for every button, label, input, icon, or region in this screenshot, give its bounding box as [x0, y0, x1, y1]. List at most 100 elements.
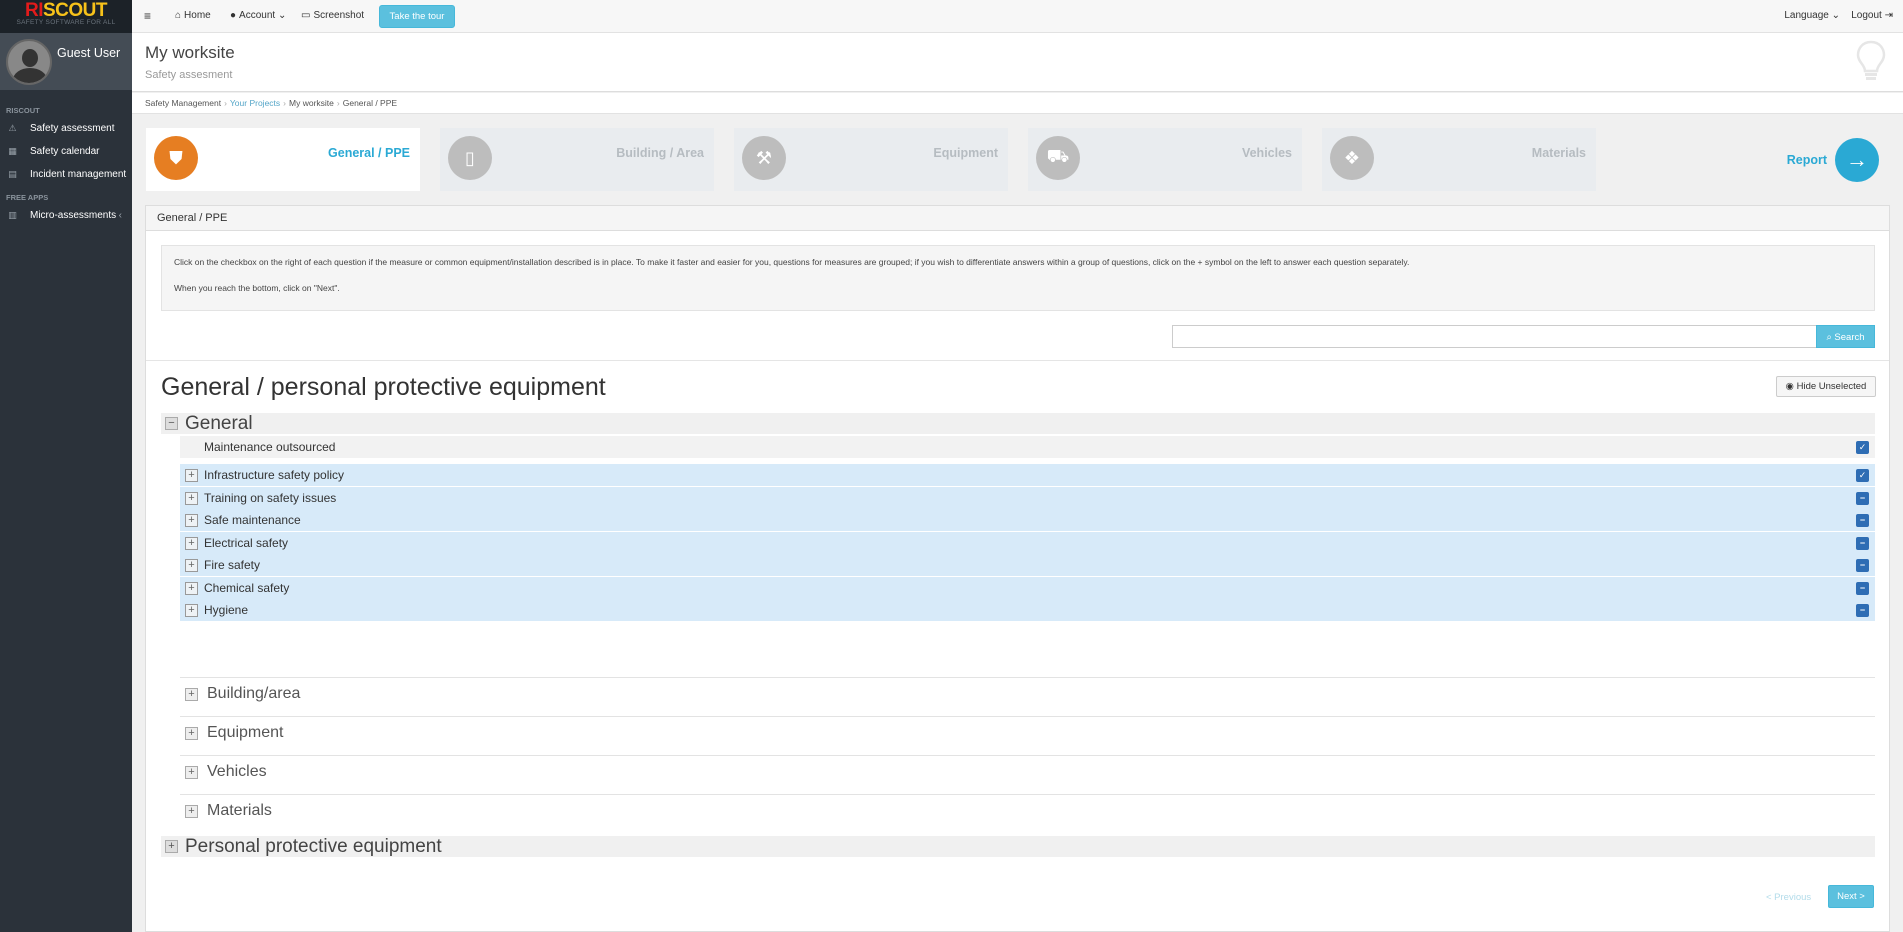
chevron-down-icon: ⌄: [1828, 10, 1840, 21]
previous-button[interactable]: < Previous: [1766, 892, 1811, 903]
expand-icon[interactable]: +: [185, 765, 198, 779]
expand-icon[interactable]: +: [185, 468, 198, 482]
logout-link[interactable]: Logout ⇥: [1851, 0, 1893, 32]
sidebar-item-incident-management[interactable]: ▤ Incident management: [0, 163, 132, 186]
expand-icon[interactable]: +: [165, 840, 178, 853]
sidebar-item-label: Incident management: [30, 169, 127, 180]
subsection-vehicles[interactable]: + Vehicles: [180, 755, 1875, 788]
sidebar: RISCOUT SAFETY SOFTWARE FOR ALL Guest Us…: [0, 0, 132, 932]
collapse-icon[interactable]: −: [165, 417, 178, 430]
sidebar-item-safety-assessment[interactable]: ⚠ Safety assessment: [0, 117, 132, 140]
step-general-ppe[interactable]: ⛊ General / PPE: [146, 128, 420, 191]
instruction-text: Click on the checkbox on the right of ea…: [174, 257, 1410, 267]
page-header: My worksite Safety assesment: [132, 33, 1903, 92]
check-icon[interactable]: ✓: [1856, 440, 1869, 454]
breadcrumb-item-current: General / PPE: [342, 98, 398, 108]
sidebar-item-safety-calendar[interactable]: ▦ Safety calendar: [0, 140, 132, 163]
next-button[interactable]: Next >: [1828, 885, 1874, 908]
hide-unselected-label: Hide Unselected: [1796, 381, 1867, 392]
step-label: Vehicles: [1241, 146, 1292, 160]
nav-home[interactable]: ⌂ Home: [175, 0, 211, 32]
hide-unselected-button[interactable]: ◉ Hide Unselected: [1776, 376, 1876, 397]
panel-heading: General / PPE: [146, 206, 1889, 231]
logo-text-ri: RI: [25, 0, 44, 21]
question-label: Hygiene: [204, 603, 249, 617]
logout-icon: ⇥: [1881, 10, 1893, 21]
section-personal-protective-equipment[interactable]: + Personal protective equipment: [161, 836, 1875, 857]
top-navbar: ≡ ⌂ Home ● Account ⌄ ▭ Screenshot Take the …: [132, 0, 1903, 33]
section-general[interactable]: − General: [161, 413, 1875, 434]
subsection-equipment[interactable]: + Equipment: [180, 716, 1875, 749]
search-input[interactable]: [1172, 325, 1817, 348]
logo[interactable]: RISCOUT SAFETY SOFTWARE FOR ALL: [0, 0, 132, 33]
sidebar-item-micro-assessments[interactable]: ▥ Micro-assessments ‹: [0, 204, 132, 227]
breadcrumb-item[interactable]: Safety Management: [145, 98, 221, 108]
question-label: Chemical safety: [204, 581, 290, 595]
minus-icon[interactable]: −: [1856, 558, 1869, 572]
truck-icon: ⛟: [1036, 136, 1080, 180]
step-building-area[interactable]: ▯ Building / Area: [440, 128, 714, 191]
subsection-building-area[interactable]: + Building/area: [180, 677, 1875, 710]
expand-icon[interactable]: +: [185, 513, 198, 527]
nav-home-label: Home: [184, 10, 211, 21]
calendar-icon: ▦: [8, 146, 17, 156]
shield-icon: ⛊: [154, 136, 198, 180]
report-label: Report: [1786, 153, 1827, 167]
question-label: Infrastructure safety policy: [204, 468, 345, 482]
expand-icon[interactable]: +: [185, 536, 198, 550]
minus-icon[interactable]: −: [1856, 581, 1869, 595]
search-button[interactable]: ⌕ Search: [1816, 325, 1875, 348]
question-label: Electrical safety: [204, 536, 289, 550]
expand-icon[interactable]: +: [185, 603, 198, 617]
section-title: General: [185, 412, 253, 434]
question-label: Fire safety: [204, 558, 261, 572]
sidebar-item-label: Micro-assessments: [30, 210, 117, 221]
minus-icon[interactable]: −: [1856, 603, 1869, 617]
logout-label: Logout: [1851, 10, 1882, 21]
warning-icon: ⚠: [8, 123, 17, 133]
nav-account-label: Account: [239, 10, 276, 21]
check-icon[interactable]: ✓: [1856, 468, 1869, 482]
expand-icon[interactable]: +: [185, 804, 198, 818]
step-equipment[interactable]: ⚒ Equipment: [734, 128, 1008, 191]
breadcrumb-item[interactable]: Your Projects: [230, 98, 280, 108]
breadcrumb-item[interactable]: My worksite: [289, 98, 334, 108]
question-label: Maintenance outsourced: [204, 440, 336, 454]
language-dropdown[interactable]: Language ⌄: [1784, 0, 1840, 32]
expand-icon[interactable]: +: [185, 687, 198, 701]
home-icon: ⌂: [175, 10, 182, 21]
step-label: Materials: [1531, 146, 1586, 160]
expand-icon[interactable]: +: [185, 726, 198, 740]
arrow-right-icon: →: [1835, 138, 1879, 182]
eye-slash-icon: ◉: [1785, 381, 1797, 392]
nav-screenshot[interactable]: ▭ Screenshot: [301, 0, 364, 32]
form-title: General / personal protective equipment: [161, 373, 606, 401]
minus-icon[interactable]: −: [1856, 491, 1869, 505]
step-vehicles[interactable]: ⛟ Vehicles: [1028, 128, 1302, 191]
menu-icon[interactable]: ≡: [144, 0, 151, 32]
assessment-panel: General / PPE Click on the checkbox on t…: [145, 205, 1890, 932]
avatar: [6, 39, 52, 85]
user-icon: ●: [230, 10, 237, 21]
subsection-materials[interactable]: + Materials: [180, 794, 1875, 827]
minus-icon[interactable]: −: [1856, 513, 1869, 527]
page-title: My worksite: [145, 43, 235, 62]
clipboard-icon: ▥: [8, 210, 17, 220]
question-group-row: + Infrastructure safety policy ✓: [180, 464, 1875, 487]
nav-account[interactable]: ● Account ⌄: [230, 0, 286, 32]
subsection-title: Vehicles: [207, 763, 267, 780]
expand-icon[interactable]: +: [185, 581, 198, 595]
expand-icon[interactable]: +: [185, 491, 198, 505]
sidebar-section-free-apps: FREE APPS: [6, 193, 49, 202]
logo-tagline: SAFETY SOFTWARE FOR ALL: [16, 19, 116, 26]
section-title: Personal protective equipment: [185, 835, 442, 857]
minus-icon[interactable]: −: [1856, 536, 1869, 550]
take-the-tour-button[interactable]: Take the tour: [379, 5, 455, 28]
step-materials[interactable]: ❖ Materials: [1322, 128, 1596, 191]
report-button[interactable]: Report →: [1768, 136, 1879, 182]
cubes-icon: ❖: [1330, 136, 1374, 180]
expand-icon[interactable]: +: [185, 558, 198, 572]
building-icon: ▯: [448, 136, 492, 180]
question-row: Maintenance outsourced ✓: [180, 436, 1875, 459]
step-label: Building / Area: [616, 146, 704, 160]
